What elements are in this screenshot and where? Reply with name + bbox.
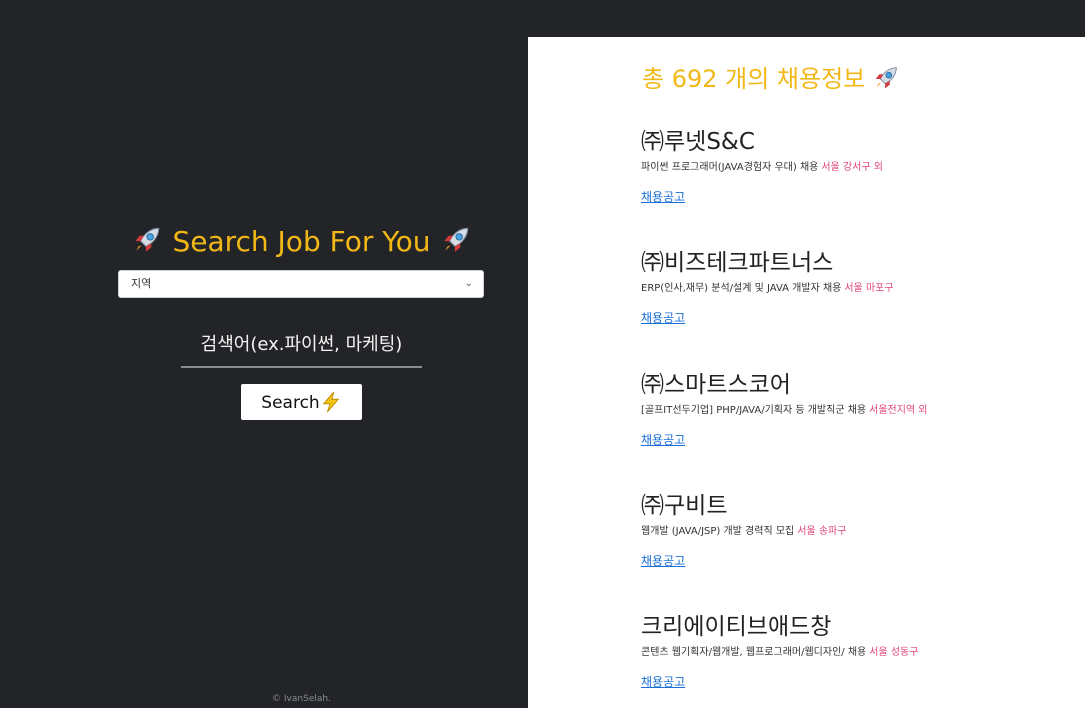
keyword-input[interactable] <box>181 322 422 368</box>
job-company: ㈜구비트 <box>641 493 728 519</box>
results-count-text: 총 692 개의 채용정보 <box>642 65 866 93</box>
job-posting-link[interactable]: 채용공고 <box>641 310 685 326</box>
results-panel: 총 692 개의 채용정보 ㈜루넷S&C 파이썬 프로그래머(JAVA경험자 우… <box>528 37 1085 708</box>
job-title: ERP(인사,재무) 분석/설계 및 JAVA 개발자 채용 <box>641 283 842 294</box>
job-listing: 크리에이티브애드창 콘텐츠 웹기획자/웹개발, 웹프로그래머/웹디자인/ 채용 서… <box>641 612 1071 690</box>
job-company: ㈜스마트스코어 <box>641 372 791 398</box>
job-location: 서울 성동구 <box>869 647 919 658</box>
job-description: ERP(인사,재무) 분석/설계 및 JAVA 개발자 채용 서울 마포구 <box>641 282 1071 296</box>
job-listing: ㈜루넷S&C 파이썬 프로그래머(JAVA경험자 우대) 채용 서울 강서구 외 … <box>641 127 1071 205</box>
chevron-down-icon: ⌄ <box>464 278 473 289</box>
footer-copyright: © IvanSelah. <box>272 694 331 704</box>
job-title: 파이썬 프로그래머(JAVA경험자 우대) 채용 <box>641 162 819 173</box>
rocket-icon <box>444 227 469 252</box>
job-title: 웹개발 (JAVA/JSP) 개발 경력직 모집 <box>641 526 795 537</box>
job-listing: ㈜비즈테크파트너스 ERP(인사,재무) 분석/설계 및 JAVA 개발자 채용… <box>641 248 1071 326</box>
job-description: 웹개발 (JAVA/JSP) 개발 경력직 모집 서울 송파구 <box>641 525 1071 539</box>
region-select[interactable]: 지역 ⌄ <box>118 270 484 298</box>
job-location: 서울 강서구 외 <box>821 162 883 173</box>
job-title: 콘텐츠 웹기획자/웹개발, 웹프로그래머/웹디자인/ 채용 <box>641 647 867 658</box>
results-title: 총 692 개의 채용정보 <box>642 63 901 95</box>
search-panel: Search Job For You 지역 ⌄ Search © IvanSel… <box>0 0 528 708</box>
job-location: 서울전지역 외 <box>869 405 928 416</box>
rocket-icon <box>875 67 898 89</box>
search-button-label: Search <box>261 393 320 413</box>
job-listing: ㈜스마트스코어 [골프IT선두기업] PHP/JAVA/기획자 등 개발직군 채… <box>641 370 1071 448</box>
job-description: 콘텐츠 웹기획자/웹개발, 웹프로그래머/웹디자인/ 채용 서울 성동구 <box>641 646 1071 660</box>
region-select-value: 지역 <box>131 277 152 290</box>
job-posting-link[interactable]: 채용공고 <box>641 674 685 690</box>
rocket-icon <box>134 227 159 252</box>
search-button[interactable]: Search <box>241 384 362 420</box>
hero-title: Search Job For You <box>0 222 603 262</box>
job-location: 서울 마포구 <box>844 283 894 294</box>
hero-title-text: Search Job For You <box>172 225 431 258</box>
job-posting-link[interactable]: 채용공고 <box>641 432 685 448</box>
job-description: 파이썬 프로그래머(JAVA경험자 우대) 채용 서울 강서구 외 <box>641 161 1071 175</box>
job-description: [골프IT선두기업] PHP/JAVA/기획자 등 개발직군 채용 서울전지역 외 <box>641 404 1071 418</box>
job-posting-link[interactable]: 채용공고 <box>641 189 685 205</box>
job-company: ㈜비즈테크파트너스 <box>641 250 834 276</box>
job-company: 크리에이티브애드창 <box>641 614 832 640</box>
job-title: [골프IT선두기업] PHP/JAVA/기획자 등 개발직군 채용 <box>641 405 867 416</box>
job-listing: ㈜구비트 웹개발 (JAVA/JSP) 개발 경력직 모집 서울 송파구 채용공고 <box>641 491 1071 569</box>
job-location: 서울 송파구 <box>797 526 847 537</box>
job-posting-link[interactable]: 채용공고 <box>641 553 685 569</box>
job-company: ㈜루넷S&C <box>641 129 755 155</box>
lightning-icon <box>322 391 340 413</box>
